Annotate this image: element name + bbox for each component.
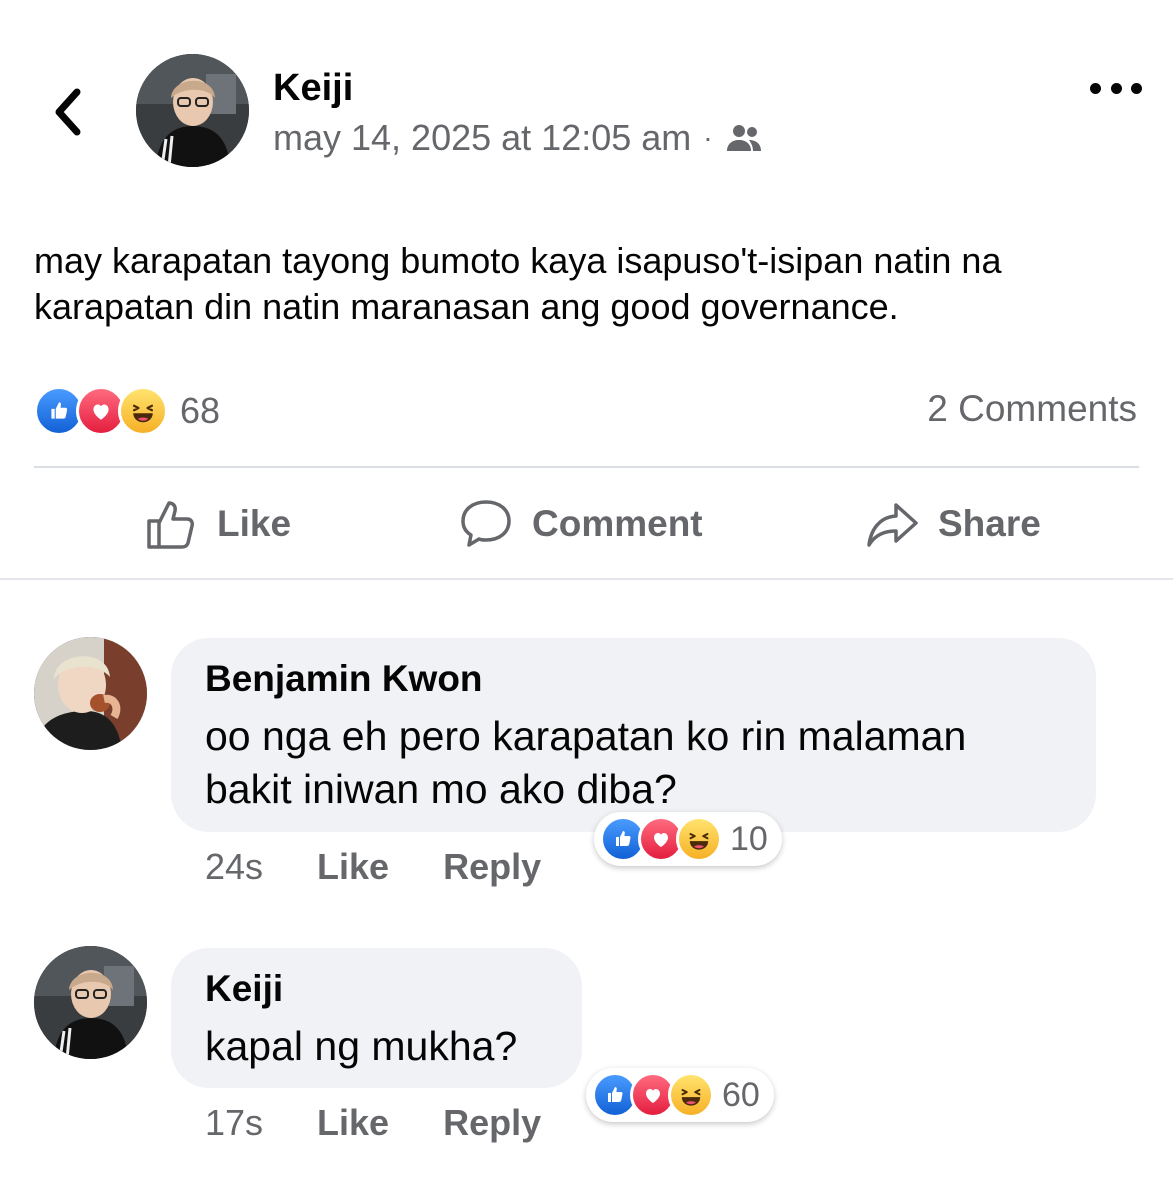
- reactions-summary[interactable]: 68: [34, 386, 220, 436]
- comment-reactions-badge[interactable]: 60: [586, 1068, 774, 1122]
- comment-label: Comment: [532, 503, 703, 544]
- divider: [34, 466, 1139, 468]
- comment-like-link[interactable]: Like: [317, 846, 389, 888]
- more-dot-icon: [1090, 82, 1101, 94]
- comment-text: kapal ng mukha?: [205, 1023, 518, 1069]
- comment-time: 24s: [205, 846, 264, 887]
- more-dot-icon: [1110, 82, 1122, 94]
- share-button[interactable]: Share: [866, 494, 1041, 554]
- like-label: Like: [217, 503, 292, 544]
- comment-meta: 17s Like Reply: [205, 1102, 541, 1144]
- more-dot-icon: [1131, 82, 1142, 94]
- meta-separator: ·: [703, 122, 713, 153]
- haha-reaction-icon: [118, 386, 168, 436]
- comment-reaction-count: 10: [730, 819, 768, 858]
- reaction-count[interactable]: 68: [180, 390, 220, 432]
- comment-text: oo nga eh pero karapatan ko rin malaman …: [205, 710, 966, 816]
- chevron-left-icon: [55, 88, 81, 136]
- post-meta: may 14, 2025 at 12:05 am ·: [273, 116, 765, 160]
- comment-time: 17s: [205, 1102, 264, 1143]
- comment-bubble: Keiji kapal ng mukha?: [171, 948, 582, 1088]
- like-button[interactable]: Like: [145, 494, 291, 554]
- share-arrow-icon: [867, 503, 918, 547]
- commenter-avatar[interactable]: [34, 946, 147, 1059]
- post-author-name[interactable]: Keiji: [273, 66, 353, 110]
- comment-reactions-badge[interactable]: 10: [594, 812, 782, 866]
- commenter-name[interactable]: Benjamin Kwon: [205, 658, 483, 700]
- haha-reaction-icon: [676, 816, 722, 862]
- friends-icon[interactable]: [725, 123, 765, 153]
- thumbs-up-icon: [147, 501, 194, 549]
- comment-like-link[interactable]: Like: [317, 1102, 389, 1144]
- more-options-button[interactable]: [1090, 72, 1142, 104]
- share-label: Share: [938, 503, 1041, 544]
- back-button[interactable]: [46, 84, 90, 140]
- comment-icon: [461, 500, 511, 547]
- commenter-name[interactable]: Keiji: [205, 968, 283, 1010]
- comment-reply-link[interactable]: Reply: [443, 846, 541, 888]
- comment-text-line: bakit iniwan mo ako diba?: [205, 766, 677, 812]
- author-avatar[interactable]: [136, 54, 249, 167]
- comment-bubble: Benjamin Kwon oo nga eh pero karapatan k…: [171, 638, 1096, 832]
- comment-reaction-count: 60: [722, 1075, 760, 1114]
- commenter-avatar[interactable]: [34, 637, 147, 750]
- haha-reaction-icon: [668, 1072, 714, 1118]
- comment-text-line: oo nga eh pero karapatan ko rin malaman: [205, 713, 967, 759]
- comment-reply-link[interactable]: Reply: [443, 1102, 541, 1144]
- comment-meta: 24s Like Reply: [205, 846, 541, 888]
- post-text: may karapatan tayong bumoto kaya isapuso…: [34, 240, 1002, 327]
- comment-button[interactable]: Comment: [458, 494, 703, 554]
- comments-count-link[interactable]: 2 Comments: [927, 388, 1137, 430]
- divider: [0, 578, 1173, 580]
- post-timestamp[interactable]: may 14, 2025 at 12:05 am: [273, 116, 691, 160]
